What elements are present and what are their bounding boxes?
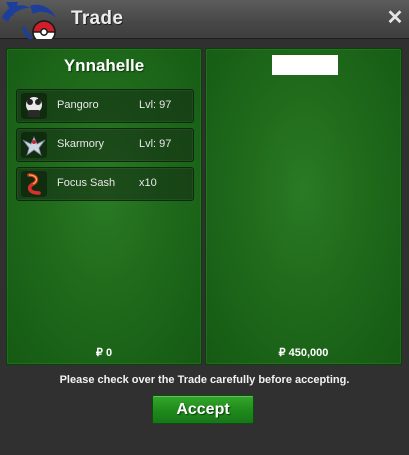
trade-notice: Please check over the Trade carefully be… bbox=[59, 374, 350, 386]
item-name: Pangoro bbox=[57, 99, 99, 111]
offered-money: ₽ 0 bbox=[95, 347, 113, 359]
item-level: Lvl: 97 bbox=[139, 138, 172, 150]
window-title: Trade bbox=[71, 8, 124, 29]
offer-item-list: Pangoro Lvl: 97 Skarmory Lvl: 97 Focus S… bbox=[16, 89, 194, 206]
skarmory-icon bbox=[21, 132, 47, 158]
partner-offer-panel: ₽ 450,000 bbox=[205, 48, 402, 365]
partner-offered-money: ₽ 450,000 bbox=[278, 347, 329, 359]
close-icon[interactable]: ✕ bbox=[385, 8, 405, 28]
focus-sash-icon bbox=[21, 171, 47, 197]
trade-content: Ynnahelle Pangoro Lvl: 97 Skarmory Lvl: … bbox=[0, 39, 409, 455]
item-quantity: x10 bbox=[139, 177, 157, 189]
partner-name-box bbox=[272, 55, 338, 75]
item-name: Skarmory bbox=[57, 138, 105, 150]
accept-button[interactable]: Accept bbox=[152, 395, 254, 424]
item-name: Focus Sash bbox=[57, 177, 116, 189]
trader-name: Ynnahelle bbox=[63, 56, 145, 75]
item-level: Lvl: 97 bbox=[139, 99, 172, 111]
list-item[interactable]: Skarmory Lvl: 97 bbox=[16, 128, 194, 162]
list-item[interactable]: Pangoro Lvl: 97 bbox=[16, 89, 194, 123]
trade-window: Trade ✕ Ynnahelle Pangoro Lvl: 97 Skarmo… bbox=[0, 0, 409, 455]
pangoro-icon bbox=[21, 93, 47, 119]
my-offer-panel: Ynnahelle Pangoro Lvl: 97 Skarmory Lvl: … bbox=[6, 48, 202, 365]
list-item[interactable]: Focus Sash x10 bbox=[16, 167, 194, 201]
